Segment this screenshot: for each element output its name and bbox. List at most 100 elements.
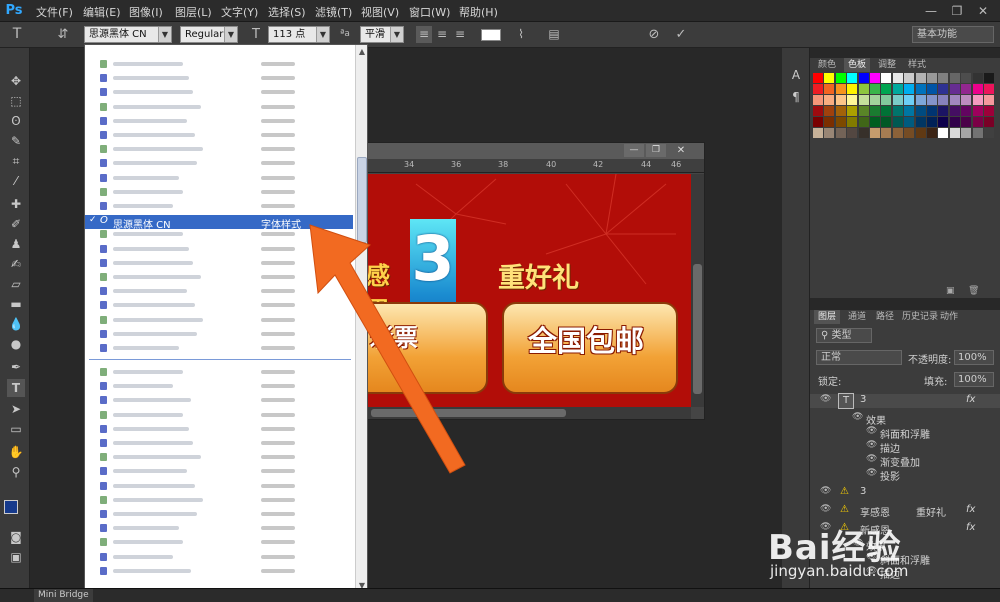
color-swatch[interactable]: [938, 106, 949, 116]
scroll-thumb[interactable]: [693, 264, 702, 394]
layer-row[interactable]: 👁 斜面和浮雕: [810, 426, 1000, 441]
color-swatch[interactable]: [870, 106, 880, 116]
font-item[interactable]: [85, 564, 355, 578]
color-swatch[interactable]: [892, 128, 903, 138]
layer-row[interactable]: 👁 T 3 fx: [810, 393, 1000, 409]
color-swatch[interactable]: [949, 117, 960, 127]
color-swatch[interactable]: [984, 128, 994, 138]
color-swatch[interactable]: [972, 117, 983, 127]
color-swatch[interactable]: [949, 106, 960, 116]
menu-help[interactable]: 帮助(H): [459, 4, 498, 20]
foreground-color-swatch[interactable]: [4, 500, 18, 514]
new-swatch-icon[interactable]: ▣: [946, 286, 960, 296]
gradient-tool-icon[interactable]: ▬: [7, 295, 25, 313]
color-swatch[interactable]: [938, 73, 949, 83]
color-swatch[interactable]: [870, 117, 880, 127]
color-swatch[interactable]: [972, 128, 983, 138]
menu-select[interactable]: 选择(S): [268, 4, 306, 20]
menu-view[interactable]: 视图(V): [361, 4, 399, 20]
color-swatch[interactable]: [904, 128, 915, 138]
color-swatch[interactable]: [927, 128, 937, 138]
history-brush-tool-icon[interactable]: ✍: [7, 255, 25, 273]
color-swatch[interactable]: [870, 128, 880, 138]
color-swatch[interactable]: [870, 73, 880, 83]
eye-icon[interactable]: 👁: [820, 486, 831, 496]
trash-icon[interactable]: 🗑: [968, 286, 982, 296]
color-swatch[interactable]: [881, 117, 892, 127]
commit-icon[interactable]: ✓: [672, 26, 690, 43]
close-button[interactable]: ✕: [972, 2, 994, 20]
color-swatch[interactable]: [847, 128, 858, 138]
color-swatch[interactable]: [938, 84, 949, 94]
color-swatch[interactable]: [858, 95, 869, 105]
color-swatch[interactable]: [904, 106, 915, 116]
color-swatch[interactable]: [824, 73, 835, 83]
layer-row[interactable]: 👁 ⚠ 3: [810, 486, 1000, 500]
eraser-tool-icon[interactable]: ▱: [7, 275, 25, 293]
fill-field[interactable]: 100%: [954, 372, 994, 387]
color-swatch[interactable]: [915, 84, 926, 94]
marquee-tool-icon[interactable]: ⬚: [7, 92, 25, 110]
eye-icon[interactable]: 👁: [852, 412, 863, 422]
healing-tool-icon[interactable]: ✚: [7, 195, 25, 213]
text-color-swatch[interactable]: [481, 29, 501, 41]
blur-tool-icon[interactable]: 💧: [7, 315, 25, 333]
type-tool-icon[interactable]: T: [8, 26, 26, 43]
tab-layers[interactable]: 图层: [814, 310, 841, 324]
zoom-tool-icon[interactable]: ⚲: [7, 463, 25, 481]
eye-icon[interactable]: 👁: [820, 394, 831, 404]
color-swatch[interactable]: [961, 106, 972, 116]
lasso-tool-icon[interactable]: ʘ: [7, 112, 25, 130]
color-swatch[interactable]: [835, 95, 846, 105]
screen-mode-icon[interactable]: ▣: [7, 548, 25, 566]
color-swatch[interactable]: [904, 73, 915, 83]
eye-icon[interactable]: 👁: [866, 440, 877, 450]
color-swatch[interactable]: [881, 73, 892, 83]
brush-tool-icon[interactable]: ✐: [7, 215, 25, 233]
tab-adjustments[interactable]: 调整: [874, 58, 900, 72]
color-swatch[interactable]: [972, 73, 983, 83]
color-swatch[interactable]: [892, 106, 903, 116]
tab-styles[interactable]: 样式: [904, 58, 930, 72]
color-swatch[interactable]: [961, 117, 972, 127]
color-swatch[interactable]: [915, 73, 926, 83]
align-right-icon[interactable]: ≡: [452, 26, 468, 43]
color-swatch[interactable]: [881, 84, 892, 94]
eye-icon[interactable]: 👁: [866, 468, 877, 478]
layer-row[interactable]: 👁 投影: [810, 468, 1000, 483]
color-swatch[interactable]: [915, 117, 926, 127]
color-swatch[interactable]: [938, 117, 949, 127]
quick-select-tool-icon[interactable]: ✎: [7, 132, 25, 150]
eye-icon[interactable]: 👁: [820, 504, 831, 514]
color-swatch[interactable]: [961, 84, 972, 94]
color-swatch[interactable]: [927, 95, 937, 105]
color-swatch[interactable]: [915, 95, 926, 105]
color-swatch[interactable]: [972, 106, 983, 116]
font-item[interactable]: [85, 100, 355, 114]
color-swatch[interactable]: [949, 128, 960, 138]
font-item[interactable]: [85, 71, 355, 85]
color-swatch[interactable]: [892, 117, 903, 127]
tab-actions[interactable]: 动作: [936, 310, 962, 324]
type-tool-icon[interactable]: T: [7, 379, 25, 397]
color-swatch[interactable]: [835, 117, 846, 127]
quick-mask-icon[interactable]: ◙: [7, 528, 25, 546]
color-swatch[interactable]: [858, 73, 869, 83]
doc-minimize-button[interactable]: —: [624, 144, 644, 157]
color-swatch[interactable]: [813, 73, 823, 83]
move-tool-icon[interactable]: ✥: [7, 72, 25, 90]
color-swatch[interactable]: [904, 84, 915, 94]
color-swatch[interactable]: [949, 84, 960, 94]
color-swatch[interactable]: [813, 117, 823, 127]
color-swatch[interactable]: [824, 106, 835, 116]
restore-button[interactable]: ❐: [946, 2, 968, 20]
blend-mode-select[interactable]: 正常: [816, 350, 902, 365]
color-swatch[interactable]: [813, 106, 823, 116]
layer-row[interactable]: 👁 效果: [810, 412, 1000, 427]
opacity-field[interactable]: 100%: [954, 350, 994, 365]
antialias-select[interactable]: 平滑 ▼: [360, 26, 404, 43]
color-swatch[interactable]: [927, 117, 937, 127]
crop-tool-icon[interactable]: ⌗: [7, 152, 25, 170]
color-swatch[interactable]: [824, 84, 835, 94]
color-swatch[interactable]: [892, 84, 903, 94]
